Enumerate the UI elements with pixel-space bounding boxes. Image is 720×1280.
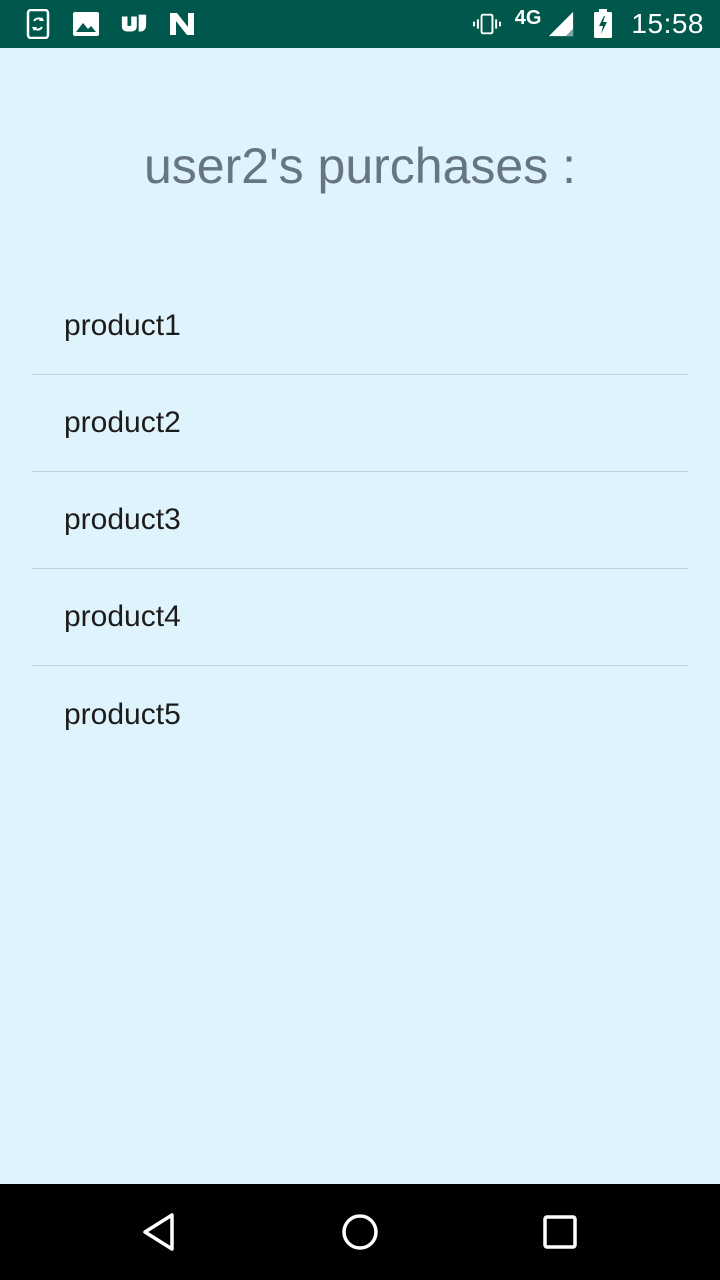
phone-sync-icon — [24, 8, 52, 40]
product-label: product2 — [64, 406, 181, 439]
list-item[interactable]: product2 — [32, 375, 688, 472]
list-item[interactable]: product4 — [32, 569, 688, 666]
product-label: product5 — [64, 697, 181, 731]
recents-button[interactable] — [536, 1208, 584, 1256]
signal-icon — [547, 8, 575, 40]
product-label: product4 — [64, 600, 181, 633]
system-status: 4G 15:58 — [472, 0, 704, 48]
n-icon — [168, 8, 196, 40]
clock: 15:58 — [631, 8, 704, 39]
network-type: 4G — [514, 6, 542, 29]
home-button[interactable] — [336, 1208, 384, 1256]
notification-icons — [24, 8, 196, 40]
image-icon — [72, 8, 100, 40]
back-icon — [143, 1213, 174, 1251]
home-icon — [342, 1214, 378, 1250]
product-list: product1 product2 product3 product4 prod… — [32, 278, 688, 763]
product-label: product1 — [64, 309, 181, 342]
purchases-screen: user2's purchases : product1 product2 pr… — [0, 48, 720, 1184]
recents-icon — [543, 1215, 577, 1249]
vibrate-icon — [472, 8, 501, 40]
page-title: user2's purchases : — [144, 138, 576, 194]
status-bar: 4G 15:58 — [0, 0, 720, 48]
product-label: product3 — [64, 503, 181, 536]
back-button[interactable] — [136, 1208, 184, 1256]
list-item[interactable]: product1 — [32, 278, 688, 375]
list-item[interactable]: product3 — [32, 472, 688, 569]
battery-charging-icon — [589, 8, 617, 40]
navigation-bar — [0, 1184, 720, 1280]
app-icon — [120, 8, 148, 40]
list-item[interactable]: product5 — [32, 666, 688, 763]
